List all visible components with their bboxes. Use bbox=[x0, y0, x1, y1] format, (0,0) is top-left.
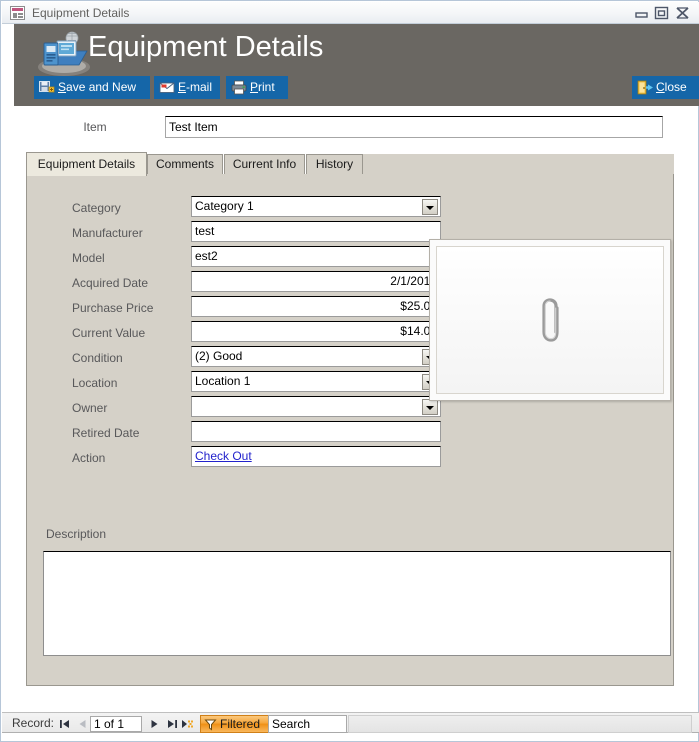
category-value: Category 1 bbox=[195, 199, 254, 213]
manufacturer-value: test bbox=[195, 224, 215, 238]
tab-comments[interactable]: Comments bbox=[147, 154, 223, 175]
window-title: Equipment Details bbox=[32, 6, 130, 20]
new-record-icon[interactable] bbox=[181, 717, 195, 731]
print-button[interactable]: Print bbox=[226, 76, 288, 99]
save-new-icon bbox=[39, 80, 55, 95]
location-combo[interactable]: Location 1 bbox=[191, 371, 441, 392]
manufacturer-label: Manufacturer bbox=[72, 226, 143, 240]
record-label: Record: bbox=[12, 716, 55, 730]
chevron-down-icon[interactable] bbox=[422, 399, 438, 415]
manufacturer-input[interactable]: test bbox=[191, 221, 441, 242]
purchase-price-label: Purchase Price bbox=[72, 301, 154, 315]
page-title: Equipment Details bbox=[88, 31, 324, 63]
check-out-link[interactable]: Check Out bbox=[195, 449, 252, 463]
minimize-icon[interactable] bbox=[634, 6, 649, 20]
category-combo[interactable]: Category 1 bbox=[191, 196, 441, 217]
last-record-icon[interactable] bbox=[165, 717, 179, 731]
envelope-icon bbox=[159, 80, 175, 95]
printer-icon bbox=[231, 80, 247, 95]
close-form-label: Close bbox=[656, 80, 687, 94]
record-bar-filler bbox=[348, 715, 692, 733]
equipment-computer-icon bbox=[35, 29, 93, 79]
action-field[interactable]: Check Out bbox=[191, 446, 441, 467]
owner-combo[interactable] bbox=[191, 396, 441, 417]
location-value: Location 1 bbox=[195, 374, 251, 388]
first-record-icon[interactable] bbox=[58, 717, 72, 731]
tab-equipment-details[interactable]: Equipment Details bbox=[26, 152, 147, 176]
acquired-date-input[interactable]: 2/1/2017 bbox=[191, 271, 441, 292]
equipment-details-window: Equipment Details Equipment Details Save… bbox=[0, 0, 699, 742]
search-input[interactable] bbox=[268, 715, 347, 733]
condition-label: Condition bbox=[72, 351, 123, 365]
door-exit-icon bbox=[637, 80, 653, 95]
tab-current-info[interactable]: Current Info bbox=[224, 154, 305, 175]
paperclip-icon bbox=[539, 294, 561, 346]
restore-icon[interactable] bbox=[654, 6, 669, 20]
acquired-date-label: Acquired Date bbox=[72, 276, 149, 290]
model-value: est2 bbox=[195, 249, 218, 263]
tab-strip: Equipment Details Comments Current Info … bbox=[26, 152, 674, 176]
condition-combo[interactable]: (2) Good bbox=[191, 346, 441, 367]
record-navigator: Record: 1 of 1 Filtered Search bbox=[2, 712, 699, 733]
print-label: Print bbox=[250, 80, 275, 94]
attachment-preview bbox=[436, 246, 664, 394]
save-and-new-button[interactable]: Save and New bbox=[34, 76, 150, 99]
tab-history[interactable]: History bbox=[306, 154, 363, 175]
condition-value: (2) Good bbox=[195, 349, 243, 363]
funnel-icon bbox=[204, 718, 217, 731]
retired-date-input[interactable] bbox=[191, 421, 441, 442]
current-value-input[interactable]: $14.00 bbox=[191, 321, 441, 342]
next-record-icon[interactable] bbox=[147, 717, 161, 731]
description-label: Description bbox=[46, 527, 107, 541]
title-bar: Equipment Details bbox=[2, 2, 699, 24]
description-textarea[interactable] bbox=[43, 551, 671, 656]
attachment-control[interactable] bbox=[429, 239, 671, 401]
location-label: Location bbox=[72, 376, 118, 390]
form-document-icon bbox=[10, 6, 25, 20]
current-value-label: Current Value bbox=[72, 326, 146, 340]
category-label: Category bbox=[72, 201, 121, 215]
model-input[interactable]: est2 bbox=[191, 246, 441, 267]
email-button[interactable]: E-mail bbox=[154, 76, 220, 99]
previous-record-icon[interactable] bbox=[76, 717, 90, 731]
model-label: Model bbox=[72, 251, 105, 265]
tab-strip-filler bbox=[363, 154, 674, 175]
record-position-input[interactable] bbox=[90, 716, 142, 732]
email-label: E-mail bbox=[178, 80, 213, 94]
chevron-down-icon[interactable] bbox=[422, 199, 438, 215]
form-header: Equipment Details Save and New E-mail Pr… bbox=[14, 24, 699, 106]
save-and-new-label: Save and New bbox=[58, 80, 137, 94]
purchase-price-input[interactable]: $25.00 bbox=[191, 296, 441, 317]
action-label: Action bbox=[72, 451, 106, 465]
retired-date-label: Retired Date bbox=[72, 426, 140, 440]
owner-label: Owner bbox=[72, 401, 108, 415]
item-input[interactable] bbox=[165, 116, 663, 138]
close-icon[interactable] bbox=[675, 6, 690, 20]
filtered-label: Filtered bbox=[220, 717, 261, 731]
item-label: Item bbox=[83, 120, 107, 134]
close-form-button[interactable]: Close bbox=[632, 76, 699, 99]
